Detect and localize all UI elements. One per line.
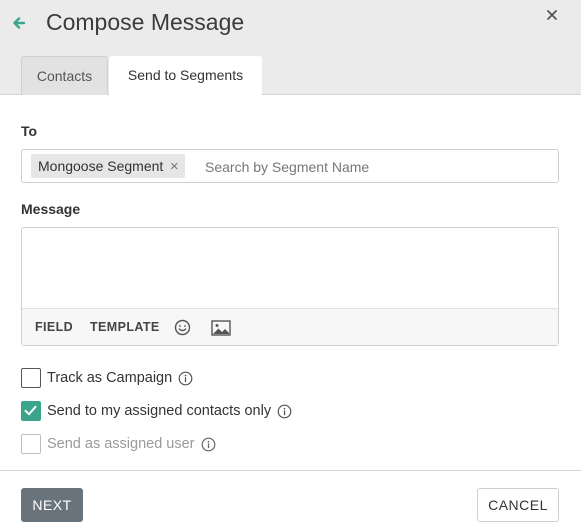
info-icon[interactable]: [178, 371, 193, 386]
option-assigned-contacts-only: Send to my assigned contacts only: [21, 401, 292, 421]
insert-template-button[interactable]: TEMPLATE: [90, 320, 160, 334]
option-track-campaign: Track as Campaign: [21, 368, 193, 388]
tab-send-to-segments[interactable]: Send to Segments: [109, 56, 262, 96]
assigned-contacts-label: Send to my assigned contacts only: [47, 403, 272, 419]
back-button[interactable]: [10, 12, 28, 34]
checkmark-icon: [24, 405, 37, 416]
option-send-as-assigned-user: Send as assigned user: [21, 434, 216, 454]
insert-image-button[interactable]: [211, 320, 231, 336]
emoji-button[interactable]: [174, 319, 191, 336]
smiley-icon: [174, 319, 191, 336]
segment-chip-label: Mongoose Segment: [38, 158, 164, 174]
message-editor: FIELD TEMPLATE: [21, 227, 559, 346]
segment-chip: Mongoose Segment ×: [31, 154, 186, 178]
message-label: Message: [21, 201, 81, 217]
message-textarea[interactable]: [22, 228, 558, 308]
segment-search-input[interactable]: [205, 156, 545, 178]
assigned-contacts-checkbox[interactable]: [21, 401, 41, 421]
message-toolbar: FIELD TEMPLATE: [22, 308, 558, 345]
cancel-button[interactable]: CANCEL: [477, 488, 559, 522]
track-campaign-checkbox[interactable]: [21, 368, 41, 388]
track-campaign-label: Track as Campaign: [47, 370, 173, 386]
info-icon[interactable]: [201, 437, 216, 452]
to-label: To: [21, 123, 38, 139]
send-as-assigned-label: Send as assigned user: [47, 436, 195, 452]
info-icon[interactable]: [277, 404, 292, 419]
segment-picker[interactable]: Mongoose Segment ×: [21, 149, 559, 183]
image-icon: [211, 320, 231, 336]
dialog-footer: NEXT CANCEL: [0, 470, 581, 530]
next-button[interactable]: NEXT: [21, 488, 83, 522]
close-button[interactable]: [544, 6, 560, 24]
arrow-left-icon: [13, 17, 26, 29]
remove-chip-button[interactable]: ×: [163, 158, 185, 175]
dialog-title: Compose Message: [46, 9, 245, 35]
tab-contacts[interactable]: Contacts: [21, 56, 108, 95]
insert-field-button[interactable]: FIELD: [35, 320, 73, 334]
close-icon: [547, 10, 557, 20]
send-as-assigned-checkbox: [21, 434, 41, 454]
